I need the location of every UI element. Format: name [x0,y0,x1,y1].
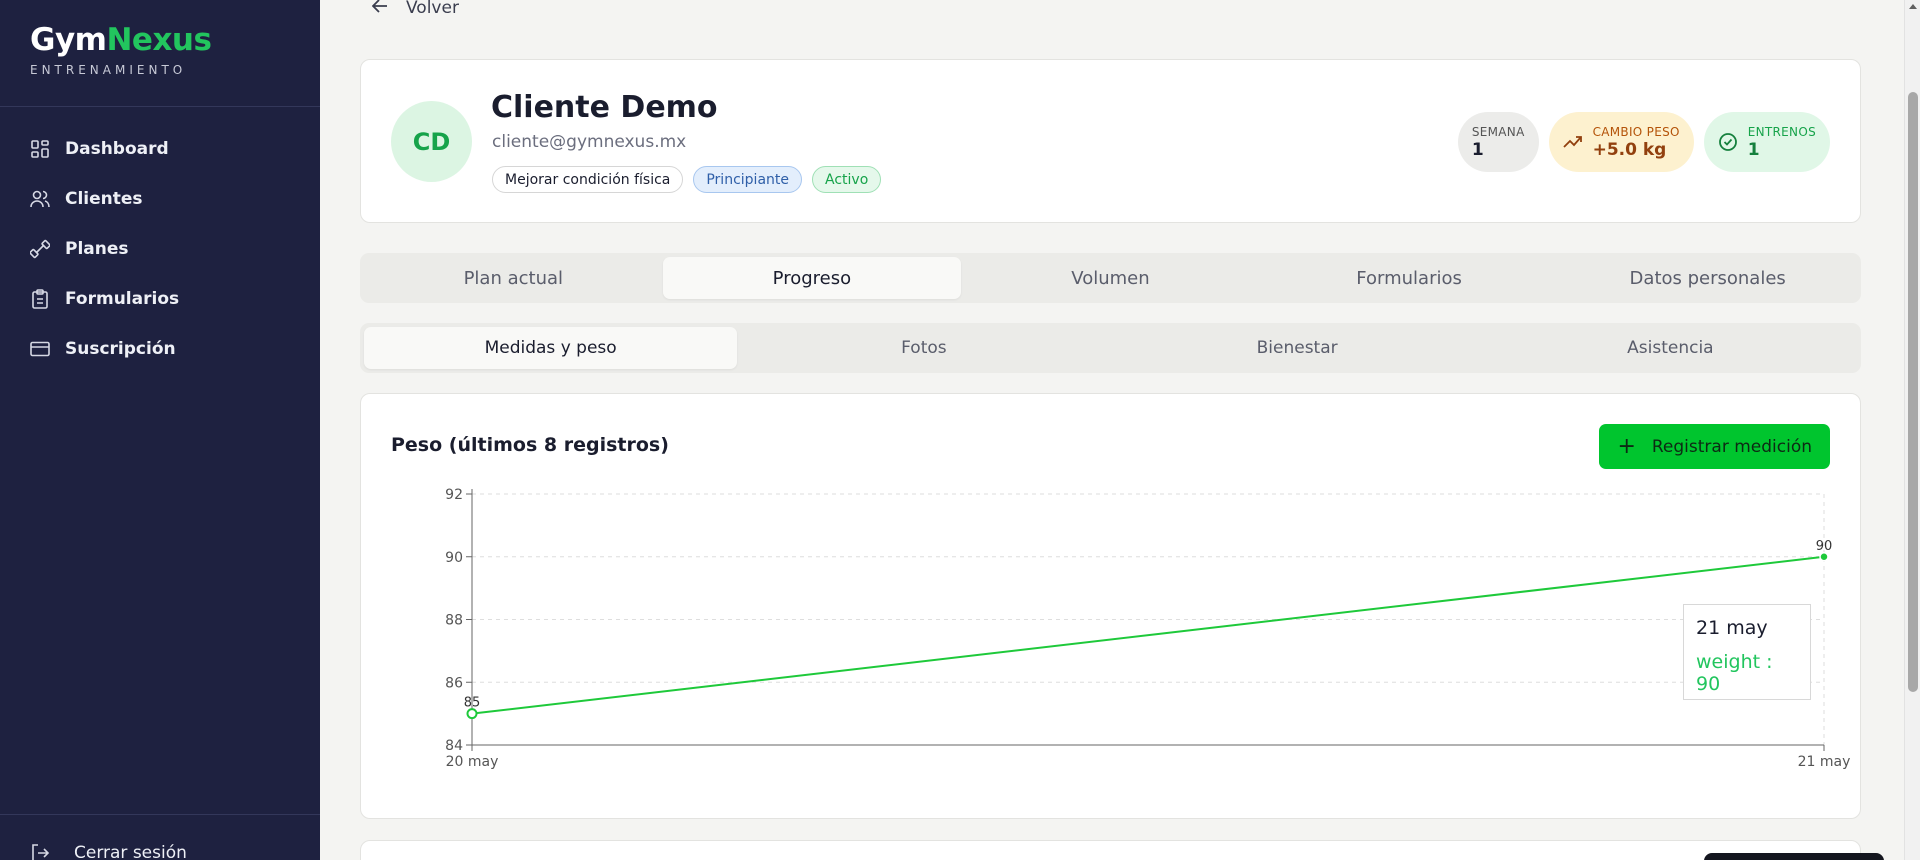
x-tick-label: 20 may [446,754,499,770]
sidebar-item-label: Clientes [65,189,143,209]
weight-series-line [471,555,1825,715]
weight-change-label: CAMBIO PESO [1592,124,1680,139]
data-label: 85 [464,696,481,711]
check-circle-icon [1718,132,1738,152]
scroll-up-arrow-icon[interactable] [1909,4,1917,9]
sidebar-item-suscripcion[interactable]: Suscripción [0,324,320,374]
subtab-fotos[interactable]: Fotos [737,327,1110,369]
client-tags: Mejorar condición física Principiante Ac… [492,166,882,193]
client-email: cliente@gymnexus.mx [492,132,687,152]
credit-card-icon [30,339,50,359]
measurements-card [360,840,1861,860]
chart-tooltip: 21 may weight : 90 [1683,604,1811,700]
y-tick-label: 86 [445,675,463,691]
avatar: CD [391,101,472,182]
weight-change-stat: CAMBIO PESO +5.0 kg [1548,112,1694,172]
brand-name: GymNexus [30,20,212,60]
clipboard-icon [30,289,50,309]
sidebar-divider [0,814,320,815]
tab-datos-personales[interactable]: Datos personales [1558,257,1857,299]
dark-action-button[interactable] [1704,853,1884,860]
back-link[interactable]: Volver [371,0,459,18]
scroll-thumb[interactable] [1908,92,1918,692]
sidebar-item-formularios[interactable]: Formularios [0,274,320,324]
workouts-value: 1 [1747,139,1760,160]
week-stat: SEMANA 1 [1457,112,1539,172]
subtab-asistencia[interactable]: Asistencia [1484,327,1857,369]
dumbbell-icon [30,239,50,259]
tab-formularios[interactable]: Formularios [1260,257,1559,299]
sidebar-item-dashboard[interactable]: Dashboard [0,124,320,174]
client-profile-card: CD Cliente Demo cliente@gymnexus.mx Mejo… [360,59,1861,223]
page-scrollbar[interactable] [1904,0,1920,860]
logout-button[interactable]: Cerrar sesión [30,843,187,860]
sidebar-item-label: Formularios [65,289,180,309]
brand-subtitle: ENTRENAMIENTO [30,63,187,77]
weight-change-value: +5.0 kg [1592,139,1667,160]
trending-up-icon [1562,135,1583,149]
y-tick-label: 92 [445,487,463,503]
sidebar-divider [0,106,320,107]
week-stat-value: 1 [1471,139,1484,160]
sidebar-item-clientes[interactable]: Clientes [0,174,320,224]
goal-badge: Mejorar condición física [492,166,684,193]
sidebar-item-label: Dashboard [65,139,169,159]
y-tick-label: 90 [445,550,463,566]
weight-chart-card: Peso (últimos 8 registros) + Registrar m… [360,393,1861,819]
logout-icon [30,843,50,860]
users-icon [30,189,50,209]
brand-logo[interactable]: GymNexus ENTRENAMIENTO [30,20,212,77]
status-badge: Activo [812,166,882,193]
subtab-bienestar[interactable]: Bienestar [1111,327,1484,369]
dashboard-icon [30,139,50,159]
y-tick-label: 88 [445,613,463,629]
workouts-stat: ENTRENOS 1 [1703,112,1830,172]
week-stat-label: SEMANA [1471,124,1525,139]
y-tick-label: 84 [445,738,463,754]
level-badge: Principiante [693,166,802,193]
logout-label: Cerrar sesión [74,843,187,860]
weight-line-chart[interactable]: 84 86 88 90 92 20 may 21 may 85 90 [361,394,1860,818]
client-name: Cliente Demo [491,90,718,125]
subtab-medidas-peso[interactable]: Medidas y peso [364,327,738,369]
tab-volumen[interactable]: Volumen [961,257,1260,299]
sidebar: GymNexus ENTRENAMIENTO Dashboard Cliente… [0,0,320,860]
tab-plan-actual[interactable]: Plan actual [364,257,663,299]
tooltip-label: 21 may [1696,617,1768,639]
back-label: Volver [406,0,459,18]
data-point [1819,552,1829,562]
sub-tabs: Medidas y peso Fotos Bienestar Asistenci… [360,323,1861,373]
arrow-left-icon [371,0,388,18]
data-label: 90 [1816,539,1833,554]
main-tabs: Plan actual Progreso Volumen Formularios… [360,253,1861,303]
workouts-label: ENTRENOS [1747,124,1816,139]
tooltip-value: weight : 90 [1696,651,1773,695]
sidebar-item-planes[interactable]: Planes [0,224,320,274]
tab-progreso[interactable]: Progreso [662,257,962,299]
brand-name-part1: Gym [30,22,107,58]
client-stats: SEMANA 1 CAMBIO PESO +5.0 kg ENTRENOS 1 [1457,112,1830,172]
sidebar-nav: Dashboard Clientes Planes Formularios Su… [0,124,320,374]
x-tick-label: 21 may [1798,754,1851,770]
brand-name-part2: Nexus [106,22,212,58]
sidebar-item-label: Suscripción [65,339,176,359]
sidebar-item-label: Planes [65,239,129,259]
